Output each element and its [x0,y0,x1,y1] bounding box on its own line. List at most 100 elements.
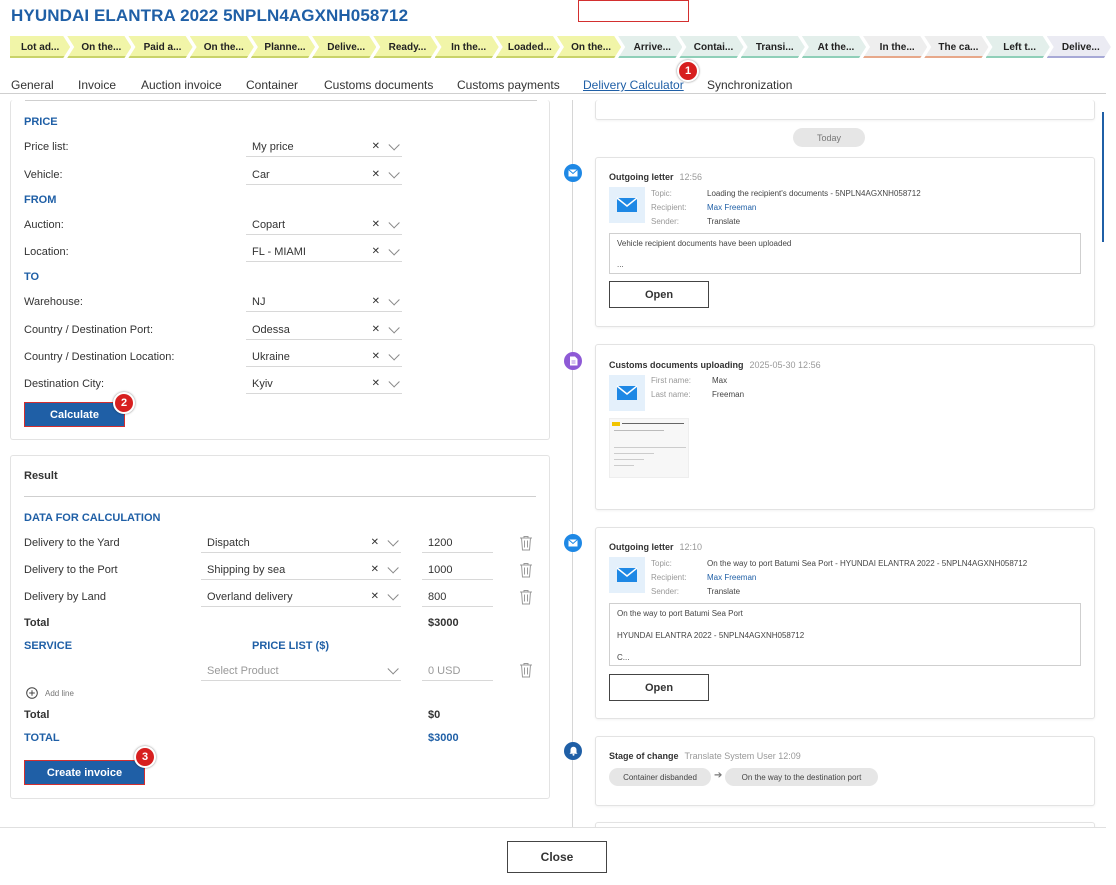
delivery-land-method-select[interactable]: Overland delivery ✕ [201,587,401,607]
destination-city-select[interactable]: Kyiv ✕ [246,374,402,394]
destination-port-select[interactable]: Odessa ✕ [246,320,402,340]
timeline-scrollbar[interactable] [1102,112,1104,242]
stage-chip[interactable]: Lot ad... [10,36,70,58]
stage-chip[interactable]: In the... [863,36,927,58]
delivery-port-amount-input[interactable]: 1000 [422,560,493,580]
chevron-down-icon[interactable] [388,139,400,151]
stage-chip[interactable]: Transi... [741,36,805,58]
stage-chip[interactable]: Ready... [373,36,437,58]
chevron-down-icon[interactable] [388,322,400,334]
calculate-button[interactable]: Calculate [24,402,125,427]
stage-chip[interactable]: Left t... [986,36,1050,58]
delivery-yard-amount-input[interactable]: 1200 [422,533,493,553]
stage-label: In the... [451,41,487,53]
stage-chip[interactable]: On the... [557,36,621,58]
clear-icon[interactable]: ✕ [371,537,379,548]
delivery-port-method-select[interactable]: Shipping by sea ✕ [201,560,401,580]
trash-icon[interactable] [519,589,533,605]
stage-chip[interactable]: Loaded... [496,36,560,58]
location-select[interactable]: FL - MIAMI ✕ [246,242,402,262]
select-product-dropdown[interactable]: Select Product [201,661,401,681]
stage-chip[interactable]: At the... [802,36,866,58]
tab-container[interactable]: Container [246,78,298,92]
stage-chip[interactable]: On the... [190,36,254,58]
stage-chip[interactable]: In the... [435,36,499,58]
open-letter-button[interactable]: Open [609,281,709,308]
active-tab-highlight [578,0,689,22]
create-invoice-button[interactable]: Create invoice [24,760,145,785]
card-title: Customs documents uploading 2025-05-30 12… [609,360,821,370]
close-button[interactable]: Close [507,841,607,873]
chevron-down-icon[interactable] [388,294,400,306]
clear-icon[interactable]: ✕ [372,296,380,307]
data-for-calculation-title: DATA FOR CALCULATION [24,512,161,524]
stage-chip[interactable]: The ca... [924,36,988,58]
stage-chip[interactable]: On the... [67,36,131,58]
location-label: Location: [24,246,69,258]
chevron-down-icon[interactable] [387,663,399,675]
auction-select[interactable]: Copart ✕ [246,215,402,235]
open-letter-button[interactable]: Open [609,674,709,701]
warehouse-select[interactable]: NJ ✕ [246,292,402,312]
stage-chip[interactable]: Contai... [679,36,743,58]
chevron-down-icon[interactable] [388,217,400,229]
stage-chip[interactable]: Delive... [312,36,376,58]
chevron-down-icon[interactable] [388,244,400,256]
clear-icon[interactable]: ✕ [372,169,380,180]
tab-general[interactable]: General [11,78,54,92]
grand-total-value: $3000 [428,732,459,744]
stage-chip[interactable]: Planne... [251,36,315,58]
destination-location-label: Country / Destination Location: [24,351,175,363]
trash-icon[interactable] [519,535,533,551]
clear-icon[interactable]: ✕ [372,141,380,152]
add-line-button[interactable]: Add line [26,687,74,699]
chevron-down-icon[interactable] [387,535,399,547]
chevron-down-icon[interactable] [388,349,400,361]
chevron-down-icon[interactable] [388,376,400,388]
stage-chip[interactable]: Delive... [1047,36,1111,58]
clear-icon[interactable]: ✕ [372,324,380,335]
sender-label: Sender: [651,217,680,226]
chevron-down-icon[interactable] [387,589,399,601]
stage-label: Paid a... [143,41,182,53]
clear-icon[interactable]: ✕ [372,219,380,230]
document-icon [564,352,582,370]
trash-icon[interactable] [519,562,533,578]
document-thumbnail[interactable] [609,418,689,478]
recipient-link[interactable]: Max Freeman [707,573,756,582]
topic-label: Topic: [651,559,672,568]
destination-location-select[interactable]: Ukraine ✕ [246,347,402,367]
clear-icon[interactable]: ✕ [371,591,379,602]
vehicle-select[interactable]: Car ✕ [246,165,402,185]
tab-delivery-calculator[interactable]: Delivery Calculator [583,78,684,92]
stage-label: Planne... [264,41,306,53]
clear-icon[interactable]: ✕ [372,378,380,389]
tab-synchronization[interactable]: Synchronization [707,78,792,92]
tab-auction-invoice[interactable]: Auction invoice [141,78,222,92]
clear-icon[interactable]: ✕ [372,246,380,257]
recipient-label: Recipient: [651,203,687,212]
topic-label: Topic: [651,189,672,198]
delivery-yard-method-select[interactable]: Dispatch ✕ [201,533,401,553]
tab-invoice[interactable]: Invoice [78,78,116,92]
tab-customs-documents[interactable]: Customs documents [324,78,433,92]
price-list-column-title: PRICE LIST ($) [252,640,330,652]
delivery-land-amount-input[interactable]: 800 [422,587,493,607]
clear-icon[interactable]: ✕ [371,564,379,575]
chevron-down-icon[interactable] [388,167,400,179]
delivery-port-method: Shipping by sea [207,563,286,576]
trash-icon[interactable] [519,662,533,678]
tab-customs-payments[interactable]: Customs payments [457,78,560,92]
stage-chip[interactable]: Paid a... [128,36,192,58]
annotation-badge-1: 1 [677,60,699,82]
clear-icon[interactable]: ✕ [372,351,380,362]
recipient-link[interactable]: Max Freeman [707,203,756,212]
warehouse-label: Warehouse: [24,296,83,308]
service-price-input[interactable]: 0 USD [422,661,493,681]
chevron-down-icon[interactable] [387,562,399,574]
price-list-select[interactable]: My price ✕ [246,137,402,157]
mail-icon [564,164,582,182]
stage-chip[interactable]: Arrive... [618,36,682,58]
delivery-total-label: Total [24,617,50,629]
bell-icon [564,742,582,760]
